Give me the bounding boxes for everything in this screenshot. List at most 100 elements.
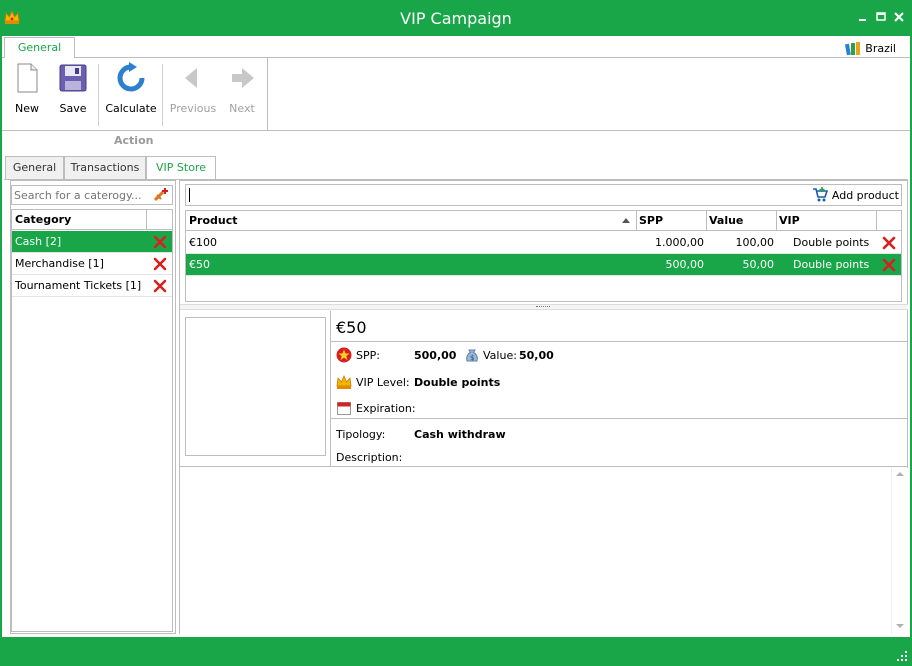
category-search[interactable] xyxy=(11,185,173,205)
language-label: Brazil xyxy=(865,41,896,55)
save-icon xyxy=(59,64,87,92)
detail-divider xyxy=(330,311,331,467)
category-grid: Category Cash [2] Merchandise [1] Tourna… xyxy=(11,209,173,632)
refresh-icon xyxy=(117,62,145,92)
delete-icon[interactable] xyxy=(153,279,167,293)
new-button[interactable]: New xyxy=(6,62,48,118)
product-value: 50,00 xyxy=(742,258,775,271)
save-label: Save xyxy=(59,102,87,115)
calculate-label: Calculate xyxy=(105,102,157,115)
product-spp: 500,00 xyxy=(665,258,705,271)
vip-level-value: Double points xyxy=(414,376,501,389)
language-selector[interactable]: Brazil xyxy=(845,40,896,56)
star-icon xyxy=(336,347,352,363)
product-name: €100 xyxy=(189,236,217,249)
next-label: Next xyxy=(229,102,255,115)
product-image[interactable] xyxy=(185,317,326,456)
column-separator xyxy=(706,211,707,231)
product-row[interactable]: €50 500,00 50,00 Double points xyxy=(186,254,901,276)
product-vip: Double points xyxy=(793,236,870,249)
tipology-label: Tipology: xyxy=(336,428,386,441)
product-value: 100,00 xyxy=(735,236,775,249)
main-content: General Transactions VIP Store Category … xyxy=(2,153,910,637)
detail-bottom-border xyxy=(180,466,908,467)
close-icon xyxy=(894,12,904,22)
resize-grip-icon[interactable] xyxy=(896,650,908,662)
minimize-button[interactable] xyxy=(856,10,870,24)
category-row[interactable]: Cash [2] xyxy=(12,231,172,253)
grip-icon xyxy=(536,306,550,308)
calculate-button[interactable]: Calculate xyxy=(105,62,157,118)
add-product-label: Add product xyxy=(831,188,899,202)
close-button[interactable] xyxy=(892,10,906,24)
delete-icon[interactable] xyxy=(882,258,896,272)
vip-column-header[interactable]: VIP xyxy=(779,214,800,227)
vip-level-label: VIP Level: xyxy=(356,376,410,389)
category-label: Merchandise [1] xyxy=(15,257,104,270)
category-label: Cash [2] xyxy=(15,235,62,248)
product-column-header[interactable]: Product xyxy=(189,214,238,227)
tab-vip-store[interactable]: VIP Store xyxy=(146,156,216,181)
product-row[interactable]: €100 1.000,00 100,00 Double points xyxy=(186,232,901,254)
scroll-up-icon[interactable] xyxy=(896,472,904,476)
category-row[interactable]: Tournament Tickets [1] xyxy=(12,275,172,297)
app-window: VIP Campaign General Brazil New Save Cal… xyxy=(0,0,912,666)
detail-separator xyxy=(331,341,908,342)
product-grid: Product SPP Value VIP €100 1.000,00 100,… xyxy=(185,210,902,302)
svg-text:$: $ xyxy=(470,354,474,362)
tab-general[interactable]: General xyxy=(5,156,64,180)
product-vip: Double points xyxy=(793,258,870,271)
status-bar xyxy=(0,637,912,666)
new-document-icon xyxy=(17,63,38,93)
action-group-label: Action xyxy=(114,134,154,147)
splitter-handle[interactable] xyxy=(180,304,908,310)
detail-title: €50 xyxy=(336,318,367,337)
add-product-button[interactable]: Add product xyxy=(812,187,899,203)
previous-label: Previous xyxy=(169,102,217,115)
minimize-icon xyxy=(859,19,866,21)
arrow-right-icon xyxy=(232,68,254,88)
sort-ascending-icon xyxy=(622,218,630,223)
product-search[interactable]: Add product xyxy=(185,184,902,206)
window-title: VIP Campaign xyxy=(400,9,512,28)
ribbon-tab-general[interactable]: General xyxy=(4,37,75,59)
spp-label: SPP: xyxy=(356,349,380,362)
spp-value: 500,00 xyxy=(414,349,457,362)
column-separator xyxy=(876,211,877,231)
money-bag-icon: $ xyxy=(466,349,478,362)
maximize-button[interactable] xyxy=(874,10,888,24)
value-column-header[interactable]: Value xyxy=(709,214,743,227)
delete-icon[interactable] xyxy=(153,235,167,249)
ribbon-tab-strip: General Brazil xyxy=(2,36,910,59)
tab-transactions[interactable]: Transactions xyxy=(64,156,146,180)
text-caret xyxy=(189,188,190,202)
calendar-icon xyxy=(337,402,351,415)
tipology-value: Cash withdraw xyxy=(414,428,506,441)
ribbon-separator xyxy=(162,64,163,126)
delete-icon[interactable] xyxy=(153,257,167,271)
ribbon-separator xyxy=(98,64,99,126)
column-separator xyxy=(636,211,637,231)
product-grid-header: Product SPP Value VIP xyxy=(186,211,901,231)
spp-column-header[interactable]: SPP xyxy=(639,214,663,227)
category-search-input[interactable] xyxy=(14,188,149,202)
new-label: New xyxy=(15,102,39,115)
column-separator xyxy=(146,210,147,230)
category-row[interactable]: Merchandise [1] xyxy=(12,253,172,275)
detail-separator xyxy=(331,418,908,419)
ribbon: New Save Calculate Previous Next xyxy=(2,58,910,131)
category-column-header[interactable]: Category xyxy=(15,213,71,226)
previous-button[interactable]: Previous xyxy=(168,62,218,118)
cart-add-icon xyxy=(812,187,828,202)
delete-icon[interactable] xyxy=(882,236,896,250)
scroll-down-icon[interactable] xyxy=(896,624,904,628)
expiration-label: Expiration: xyxy=(356,402,416,415)
ribbon-group-divider xyxy=(267,58,268,130)
save-button[interactable]: Save xyxy=(52,62,94,118)
next-button[interactable]: Next xyxy=(222,62,262,118)
clear-filter-icon[interactable] xyxy=(154,188,170,202)
column-separator xyxy=(776,211,777,231)
memo-scrollbar[interactable] xyxy=(891,468,908,634)
description-memo[interactable] xyxy=(180,468,908,634)
category-label: Tournament Tickets [1] xyxy=(15,279,142,292)
